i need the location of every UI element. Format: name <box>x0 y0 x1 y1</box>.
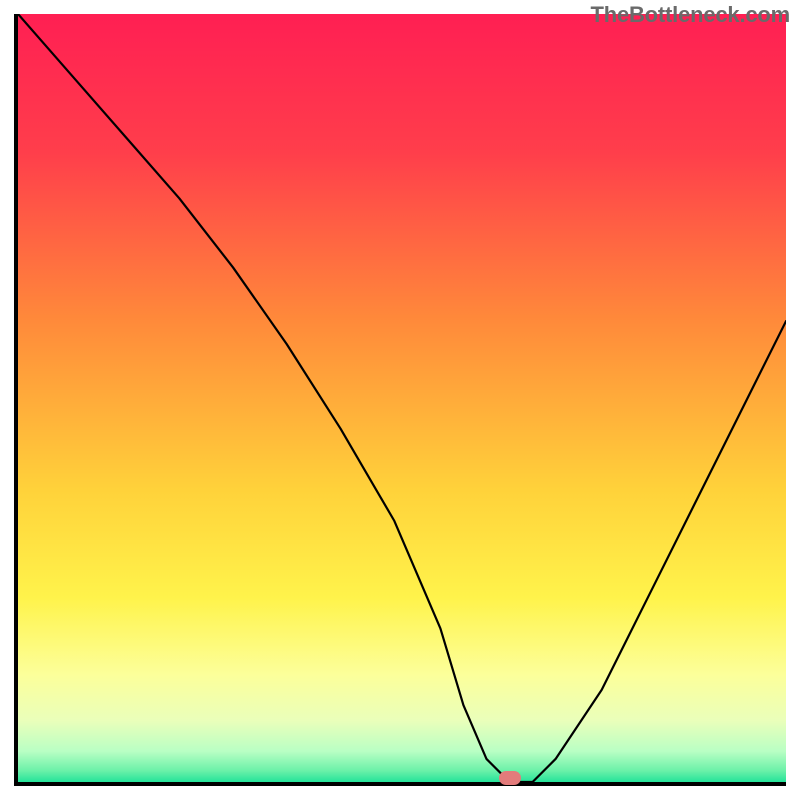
chart-area <box>14 14 786 786</box>
chart-background <box>18 14 786 782</box>
watermark-text: TheBottleneck.com <box>590 2 790 28</box>
chart-svg <box>18 14 786 782</box>
optimal-point-marker <box>499 771 521 785</box>
